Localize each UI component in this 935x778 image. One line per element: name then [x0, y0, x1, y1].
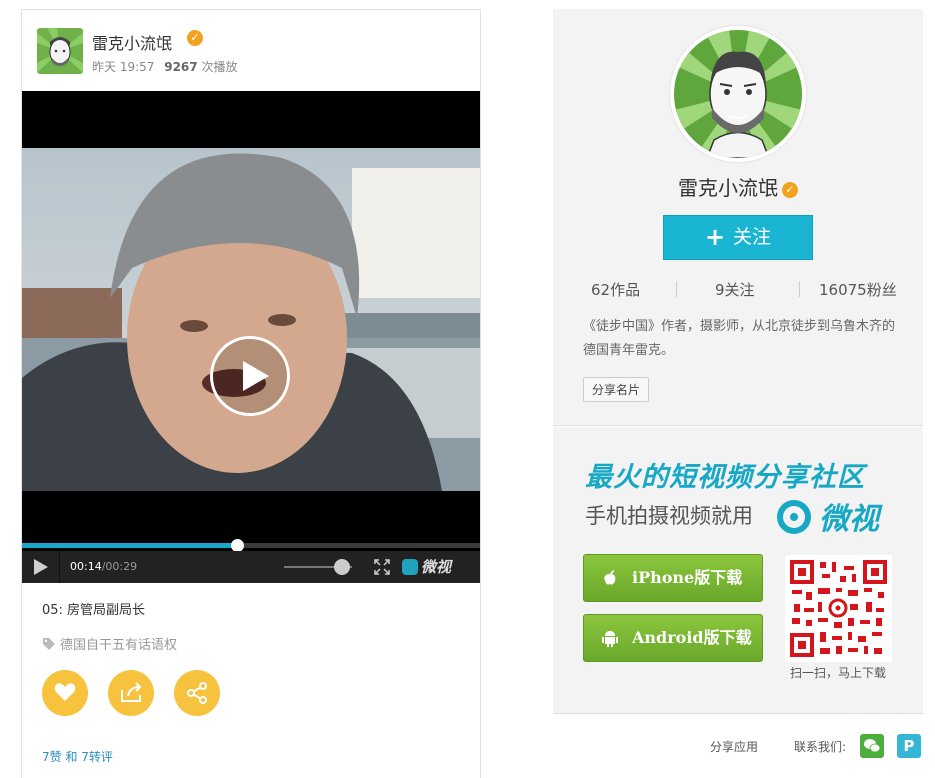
android-download-button[interactable]: Android版下载 — [583, 614, 763, 662]
post-time: 昨天 19:57 — [92, 60, 155, 74]
heart-icon — [54, 683, 76, 701]
fullscreen-icon[interactable] — [374, 559, 390, 575]
promo-title: 最火的短视频分享社区 — [585, 462, 865, 493]
verified-icon: ✓ — [187, 30, 203, 46]
verified-icon: ✓ — [782, 182, 798, 198]
followers-count[interactable]: 16075粉丝 — [819, 279, 897, 300]
app-promo-panel: 最火的短视频分享社区 手机拍摄视频就用 微视 iPhone版下载 Android… — [553, 427, 923, 714]
share-button[interactable] — [174, 670, 220, 716]
player-controls: 00:14/00:29 微视 — [22, 551, 480, 583]
works-count[interactable]: 62作品 — [591, 279, 640, 300]
video-player[interactable]: 00:14/00:29 微视 — [22, 91, 480, 583]
profile-avatar[interactable] — [670, 26, 806, 162]
counts-divider — [676, 281, 677, 297]
android-download-label: Android版下载 — [632, 628, 752, 647]
likes-comments-link[interactable]: 7赞 和 7转评 — [42, 748, 113, 765]
profile-panel: 雷克小流氓 ✓ + 关注 62作品 9关注 16075粉丝 《徒步中国》作者，摄影师… — [553, 9, 923, 426]
profile-name: 雷克小流氓 ✓ — [553, 172, 923, 201]
video-title: 05: 房管局副局长 — [42, 603, 146, 618]
like-button[interactable] — [42, 670, 88, 716]
wechat-icon[interactable] — [860, 734, 884, 758]
time-display: 00:14/00:29 — [70, 560, 137, 573]
following-count[interactable]: 9关注 — [715, 279, 755, 300]
qr-code — [785, 555, 892, 662]
iphone-download-button[interactable]: iPhone版下载 — [583, 554, 763, 602]
profile-counts: 62作品 9关注 16075粉丝 — [553, 279, 923, 299]
promo-subtitle: 手机拍摄视频就用 — [585, 504, 753, 528]
follow-button[interactable]: + 关注 — [663, 215, 813, 260]
duration: /00:29 — [101, 560, 138, 573]
qr-caption: 扫一扫，马上下载 — [790, 666, 887, 680]
post-meta: 昨天 19:57 9267 次播放 — [92, 58, 237, 75]
contact-us-label: 联系我们: — [794, 740, 847, 754]
repost-icon — [121, 682, 142, 702]
iphone-download-label: iPhone版下载 — [632, 568, 743, 587]
author-name[interactable]: 雷克小流氓 — [92, 30, 172, 54]
weishi-watermark: 微视 — [402, 556, 451, 577]
counts-divider — [799, 281, 800, 297]
follow-label: 关注 — [733, 226, 772, 248]
apple-icon — [604, 570, 616, 585]
profile-bio: 《徒步中国》作者，摄影师，从北京徒步到乌鲁木齐的德国青年雷克。 — [583, 319, 896, 358]
play-count: 9267 — [164, 60, 198, 74]
pengyou-icon[interactable]: P — [897, 734, 921, 758]
topic-tag-label[interactable]: 德国自干五有话语权 — [60, 638, 177, 653]
author-avatar[interactable] — [37, 28, 83, 74]
video-frame[interactable] — [22, 148, 480, 491]
weishi-logo-icon — [777, 500, 811, 534]
share-card-button[interactable]: 分享名片 — [583, 377, 650, 402]
play-icon[interactable] — [34, 559, 48, 575]
share-app-link[interactable]: 分享应用 — [710, 738, 758, 755]
share-icon — [187, 682, 207, 704]
video-post-card: 雷克小流氓 ✓ 昨天 19:57 9267 次播放 00:14/00:29 微视… — [21, 9, 481, 778]
repost-button[interactable] — [108, 670, 154, 716]
tag-icon — [43, 638, 55, 650]
weishi-logo: 微视 — [777, 494, 879, 538]
android-icon — [602, 631, 618, 647]
weishi-logo-icon — [402, 559, 418, 575]
controls-divider — [59, 551, 60, 583]
play-label: 次播放 — [201, 60, 238, 74]
play-overlay-button[interactable] — [210, 336, 290, 416]
progress-fill — [22, 543, 238, 548]
topic-tag[interactable]: 德国自干五有话语权 — [42, 634, 177, 653]
current-time: 00:14 — [70, 560, 102, 573]
plus-icon: + — [704, 223, 726, 251]
progress-bar[interactable] — [22, 539, 480, 552]
weishi-brand-text: 微视 — [819, 502, 879, 537]
profile-name-text: 雷克小流氓 — [678, 176, 778, 200]
volume-icon[interactable] — [334, 559, 350, 575]
weishi-watermark-text: 微视 — [421, 558, 452, 576]
